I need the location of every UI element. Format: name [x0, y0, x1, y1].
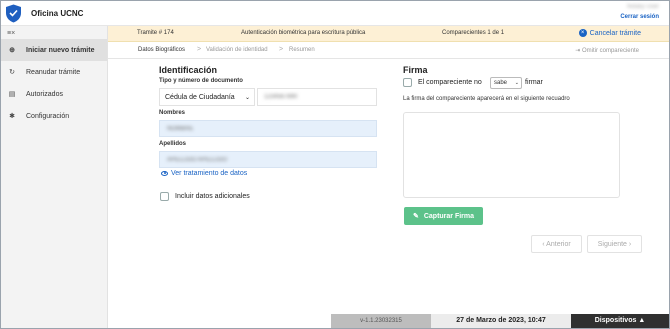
chevron-down-icon: ⌄ [244, 95, 250, 101]
chevron-down-icon: ⌄ [514, 80, 519, 86]
datos-adicionales-label: Incluir datos adicionales [175, 193, 250, 200]
identificacion-title: Identificación [159, 65, 218, 75]
signature-icon: ✎ [412, 213, 419, 220]
sidebar-item-label: Autorizados [26, 90, 63, 98]
app-title: Oficina UCNC [31, 9, 84, 18]
chevron-right-icon: > [279, 46, 284, 53]
sidebar-item-label: Reanudar trámite [26, 68, 81, 76]
step-resumen: Resumen [289, 47, 315, 53]
ver-tratamiento-datos-link[interactable]: Ver tratamiento de datos [161, 170, 247, 177]
sidebar-item-autorizados[interactable]: ▤ Autorizados [1, 83, 107, 105]
datetime-label: 27 de Marzo de 2023, 10:47 [431, 314, 571, 328]
previous-button[interactable]: ‹ Anterior [531, 235, 582, 253]
capture-signature-button[interactable]: ✎ Capturar Firma [404, 207, 483, 225]
steps-breadcrumb: Datos Biográficos > Validación de identi… [108, 42, 669, 59]
nombres-value: NOMBRE [167, 126, 194, 132]
gear-icon: ✱ [9, 113, 15, 120]
comparecientes-count: Comparecientes 1 de 1 [442, 30, 505, 36]
step-validacion-identidad: Validación de identidad [206, 47, 268, 53]
step-datos-biograficos: Datos Biográficos [138, 47, 186, 53]
chevron-right-icon: > [197, 46, 202, 53]
apellidos-value: APELLIDO APELLIDO [167, 157, 228, 163]
firma-suffix-label: firmar [525, 79, 543, 86]
tramite-bar: Tramite # 174 Autenticación biométrica p… [108, 26, 669, 42]
firma-prefix-label: El compareciente no [418, 79, 482, 86]
tramite-number: Tramite # 174 [137, 30, 174, 36]
cancel-tramite-label: Cancelar trámite [589, 29, 641, 37]
sidebar-item-label: Iniciar nuevo trámite [26, 46, 95, 54]
eye-icon [161, 171, 168, 176]
tramite-description: Autenticación biométrica para escritura … [241, 30, 366, 36]
status-footer: v-1.1.23032315 27 de Marzo de 2023, 10:4… [1, 314, 669, 328]
sidebar-item-iniciar-tramite[interactable]: ⊕ Iniciar nuevo trámite [1, 39, 107, 61]
no-firma-checkbox[interactable] [403, 78, 412, 87]
sidebar-item-reanudar-tramite[interactable]: ↻ Reanudar trámite [1, 61, 107, 83]
sidebar-item-label: Configuración [26, 112, 70, 120]
top-header: Oficina UCNC Notary User Cerrar sesión [1, 1, 669, 26]
omit-compareciente-button[interactable]: ⇥ Omitir compareciente [575, 47, 639, 54]
apellidos-field[interactable]: APELLIDO APELLIDO [159, 151, 377, 168]
devices-button[interactable]: Dispositivos ▲ [571, 314, 669, 328]
nombres-label: Nombres [159, 110, 186, 116]
doc-type-select[interactable]: Cédula de Ciudadanía ⌄ [159, 88, 255, 106]
firma-note: La firma del compareciente aparecerá en … [403, 96, 570, 102]
next-button[interactable]: Siguiente › [587, 235, 642, 253]
sidebar: ≡× ⊕ Iniciar nuevo trámite ↻ Reanudar tr… [1, 26, 108, 328]
doc-number-input[interactable]: 1234567890 [257, 88, 377, 106]
close-icon: × [578, 29, 587, 37]
doc-number-value: 1234567890 [264, 94, 298, 100]
sidebar-toggle-icon[interactable]: ≡× [7, 30, 15, 37]
logout-link[interactable]: Cerrar sesión [620, 14, 659, 20]
document-icon: ▤ [8, 91, 16, 98]
omit-compareciente-label: Omitir compareciente [581, 48, 639, 54]
apellidos-label: Apellidos [159, 141, 187, 147]
doc-label: Tipo y número de documento [159, 78, 243, 84]
ver-tratamiento-datos-label: Ver tratamiento de datos [171, 170, 248, 177]
skip-icon: ⇥ [575, 48, 581, 54]
cancel-tramite-button[interactable]: × Cancelar trámite [578, 29, 641, 37]
app-window: Oficina UCNC Notary User Cerrar sesión ≡… [0, 0, 670, 329]
datos-adicionales-checkbox[interactable] [160, 192, 169, 201]
nombres-field[interactable]: NOMBRE [159, 120, 377, 137]
shield-logo-icon [6, 4, 21, 23]
sidebar-item-configuracion[interactable]: ✱ Configuración [1, 105, 107, 127]
sabe-puede-value: sabe [494, 80, 508, 86]
firma-title: Firma [403, 65, 428, 75]
plus-circle-icon: ⊕ [9, 47, 15, 54]
refresh-icon: ↻ [9, 69, 15, 76]
sabe-puede-select[interactable]: sabe ⌄ [490, 77, 522, 89]
doc-type-value: Cédula de Ciudadanía [165, 94, 235, 101]
signature-box [403, 112, 620, 198]
user-name: Notary User [626, 4, 659, 10]
capture-signature-label: Capturar Firma [423, 212, 475, 220]
version-label: v-1.1.23032315 [331, 314, 431, 328]
